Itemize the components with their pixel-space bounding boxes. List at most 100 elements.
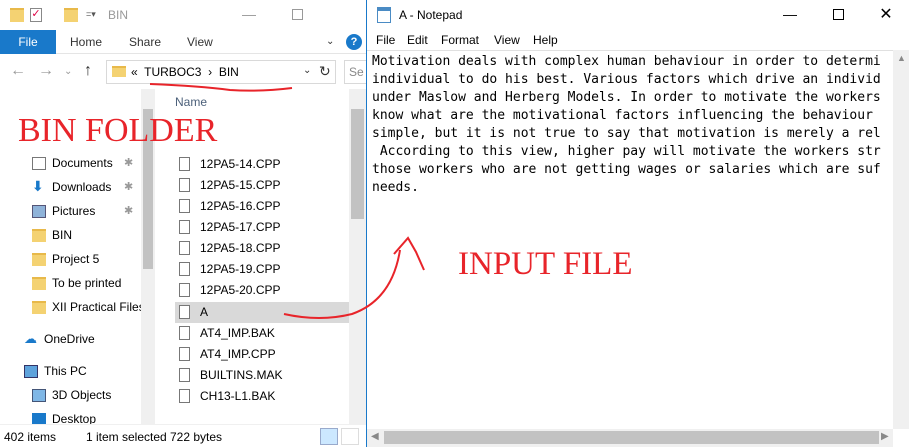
- sidebar-item-to-be-printed[interactable]: To be printed: [32, 273, 155, 295]
- file-row[interactable]: 12PA5-15.CPP: [175, 175, 349, 196]
- search-input[interactable]: Se: [344, 60, 366, 84]
- horizontal-scrollbar[interactable]: ◀ ▶: [367, 429, 893, 447]
- column-header-name[interactable]: Name: [175, 95, 207, 109]
- file-row[interactable]: 12PA5-17.CPP: [175, 217, 349, 238]
- notepad-window: A - Notepad — ✕ File Edit Format View He…: [366, 0, 909, 447]
- sidebar-item-desktop[interactable]: Desktop: [32, 409, 155, 424]
- maximize-icon: [832, 9, 844, 20]
- file-row[interactable]: 12PA5-14.CPP: [175, 154, 349, 175]
- selection-count: 1 item selected: [86, 430, 167, 444]
- vertical-scrollbar[interactable]: ▲: [893, 50, 909, 429]
- file-row[interactable]: 12PA5-20.CPP: [175, 280, 349, 301]
- text-editor[interactable]: Motivation deals with complex human beha…: [367, 50, 893, 429]
- pc-icon: [24, 365, 38, 378]
- help-icon[interactable]: ?: [346, 34, 362, 50]
- sidebar-item-project-5[interactable]: Project 5: [32, 249, 155, 271]
- sidebar-item-documents[interactable]: Documents ✱: [32, 153, 155, 175]
- file-row[interactable]: 12PA5-16.CPP: [175, 196, 349, 217]
- breadcrumb-turboc3[interactable]: TURBOC3: [144, 65, 201, 79]
- menu-help[interactable]: Help: [533, 33, 558, 47]
- scroll-right-icon[interactable]: ▶: [881, 431, 889, 442]
- sidebar-item-onedrive[interactable]: ☁ OneDrive: [24, 329, 155, 351]
- file-row-selected[interactable]: A: [175, 302, 349, 323]
- sidebar-item-label: Project 5: [52, 252, 100, 266]
- sidebar-item-bin[interactable]: BIN: [32, 225, 155, 247]
- file-row[interactable]: AT4_IMP.BAK: [175, 323, 349, 344]
- sidebar-item-3d-objects[interactable]: 3D Objects: [32, 385, 155, 407]
- breadcrumb-separator[interactable]: ›: [208, 65, 212, 79]
- notepad-icon: [377, 7, 391, 23]
- sidebar-item-xii-practical-files[interactable]: XII Practical Files: [32, 297, 155, 319]
- pin-icon[interactable]: ✱: [124, 180, 133, 193]
- sidebar-item-label: XII Practical Files: [52, 300, 145, 314]
- properties-icon[interactable]: ✓: [30, 8, 42, 22]
- file-row[interactable]: BUILTINS.MAK: [175, 365, 349, 386]
- recent-locations-icon[interactable]: ⌄: [64, 66, 72, 77]
- address-bar[interactable]: « TURBOC3 › BIN ⌄ ↻: [106, 60, 336, 84]
- tab-view[interactable]: View: [187, 35, 213, 49]
- pin-icon[interactable]: ✱: [124, 204, 133, 217]
- maximize-button[interactable]: [274, 0, 320, 30]
- refresh-icon[interactable]: ↻: [319, 63, 331, 80]
- file-name: AT4_IMP.BAK: [200, 326, 275, 340]
- forward-arrow-icon[interactable]: →: [38, 62, 54, 80]
- expand-ribbon-icon[interactable]: ⌄: [326, 36, 334, 47]
- customize-quick-access-icon[interactable]: =▾: [86, 9, 100, 23]
- scroll-thumb[interactable]: [351, 109, 364, 219]
- onedrive-icon: ☁: [24, 331, 37, 346]
- file-list-scrollbar[interactable]: [349, 89, 366, 424]
- scroll-left-icon[interactable]: ◀: [371, 431, 379, 442]
- folder-icon: [112, 66, 126, 77]
- scroll-thumb[interactable]: [143, 109, 153, 269]
- details-view-button[interactable]: [320, 428, 338, 445]
- file-icon: [179, 199, 190, 213]
- up-arrow-icon[interactable]: ↑: [84, 62, 92, 80]
- breadcrumb-overflow[interactable]: «: [131, 65, 138, 79]
- file-name: 12PA5-14.CPP: [200, 157, 281, 171]
- window-title: A - Notepad: [399, 8, 463, 22]
- new-folder-icon[interactable]: [64, 8, 78, 22]
- scroll-up-icon[interactable]: ▲: [897, 53, 906, 63]
- large-icons-view-button[interactable]: [341, 428, 359, 445]
- tab-home[interactable]: Home: [70, 35, 102, 49]
- tab-file[interactable]: File: [0, 30, 56, 54]
- sidebar-item-this-pc[interactable]: This PC: [24, 361, 155, 383]
- file-list: Name 12PA5-14.CPP 12PA5-15.CPP 12PA5-16.…: [155, 89, 349, 424]
- file-icon: [179, 220, 190, 234]
- back-arrow-icon[interactable]: ←: [10, 62, 26, 80]
- file-icon: [179, 347, 190, 361]
- menu-file[interactable]: File: [376, 33, 395, 47]
- minimize-button[interactable]: —: [767, 0, 813, 30]
- sidebar-item-label: Pictures: [52, 204, 96, 218]
- sidebar-item-pictures[interactable]: Pictures ✱: [32, 201, 155, 223]
- tab-share[interactable]: Share: [129, 35, 161, 49]
- file-row[interactable]: 12PA5-19.CPP: [175, 259, 349, 280]
- sidebar-item-label: Downloads: [52, 180, 112, 194]
- maximize-button[interactable]: [815, 0, 861, 30]
- file-icon: [179, 262, 190, 276]
- pin-icon[interactable]: ✱: [124, 156, 133, 169]
- file-name: A: [200, 305, 209, 319]
- menu-edit[interactable]: Edit: [407, 33, 428, 47]
- menu-view[interactable]: View: [494, 33, 520, 47]
- file-icon: [179, 241, 190, 255]
- close-button[interactable]: ✕: [863, 0, 909, 30]
- file-icon: [179, 283, 190, 297]
- minimize-button[interactable]: —: [226, 0, 272, 30]
- folder-icon: [32, 277, 46, 290]
- file-row[interactable]: CH13-L1.BAK: [175, 386, 349, 407]
- scroll-thumb[interactable]: [384, 431, 879, 444]
- navigation-scrollbar[interactable]: [141, 89, 155, 424]
- address-dropdown-icon[interactable]: ⌄: [303, 65, 311, 76]
- sidebar-item-label: BIN: [52, 228, 73, 242]
- navigation-pane: Documents ✱ ⬇ Downloads ✱ Pictures ✱ BIN…: [0, 89, 155, 424]
- file-row[interactable]: 12PA5-18.CPP: [175, 238, 349, 259]
- document-text[interactable]: Motivation deals with complex human beha…: [372, 53, 881, 197]
- maximize-icon: [291, 9, 303, 20]
- file-row[interactable]: AT4_IMP.CPP: [175, 344, 349, 365]
- folder-icon: [32, 253, 46, 266]
- breadcrumb-bin[interactable]: BIN: [219, 65, 239, 79]
- menu-format[interactable]: Format: [441, 33, 479, 47]
- sidebar-item-downloads[interactable]: ⬇ Downloads ✱: [32, 177, 155, 199]
- file-name: 12PA5-16.CPP: [200, 199, 281, 213]
